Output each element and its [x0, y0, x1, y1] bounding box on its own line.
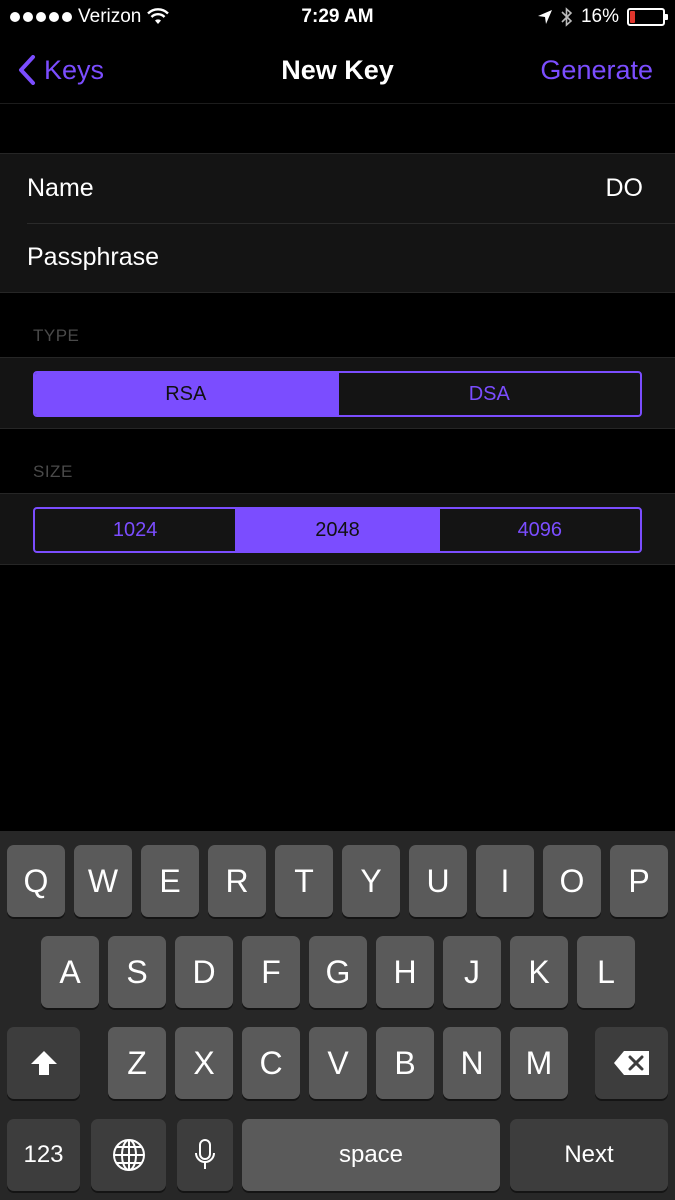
- type-segmented-control: RSA DSA: [33, 371, 642, 417]
- key-t[interactable]: T: [275, 845, 333, 917]
- key-p[interactable]: P: [610, 845, 668, 917]
- key-i[interactable]: I: [476, 845, 534, 917]
- key-w[interactable]: W: [74, 845, 132, 917]
- numbers-key[interactable]: 123: [7, 1119, 80, 1191]
- size-option-1024[interactable]: 1024: [35, 509, 235, 551]
- delete-key[interactable]: [595, 1027, 668, 1099]
- key-x[interactable]: X: [175, 1027, 233, 1099]
- status-bar: Verizon 7:29 AM 16%: [0, 0, 675, 36]
- key-l[interactable]: L: [577, 936, 635, 1008]
- key-v[interactable]: V: [309, 1027, 367, 1099]
- key-c[interactable]: C: [242, 1027, 300, 1099]
- type-option-rsa[interactable]: RSA: [35, 373, 337, 415]
- size-option-4096[interactable]: 4096: [437, 509, 640, 551]
- type-group: RSA DSA: [0, 357, 675, 429]
- size-option-2048[interactable]: 2048: [235, 509, 438, 551]
- shift-arrow-icon: [30, 1051, 57, 1075]
- key-z[interactable]: Z: [108, 1027, 166, 1099]
- space-key[interactable]: space: [242, 1119, 500, 1191]
- back-button[interactable]: Keys: [18, 36, 104, 104]
- dictation-key[interactable]: [177, 1119, 233, 1191]
- size-group: 1024 2048 4096: [0, 493, 675, 565]
- next-key[interactable]: Next: [510, 1119, 668, 1191]
- key-f[interactable]: F: [242, 936, 300, 1008]
- navigation-bar: Keys New Key Generate: [0, 36, 675, 104]
- bluetooth-icon: [561, 7, 573, 27]
- chevron-left-icon: [19, 55, 35, 85]
- name-value[interactable]: DO: [606, 174, 644, 203]
- passphrase-field[interactable]: Passphrase: [0, 223, 675, 292]
- globe-key[interactable]: [91, 1119, 166, 1191]
- battery-level: [630, 11, 636, 23]
- key-y[interactable]: Y: [342, 845, 400, 917]
- key-g[interactable]: G: [309, 936, 367, 1008]
- keyboard: Q W E R T Y U I O P A S D F G H J K L Z …: [0, 831, 675, 1200]
- battery-percent: 16%: [580, 6, 619, 27]
- size-segmented-control: 1024 2048 4096: [33, 507, 642, 553]
- globe-icon: [112, 1139, 145, 1171]
- type-section-header: TYPE: [33, 326, 80, 345]
- size-section-header: SIZE: [33, 462, 73, 481]
- battery-icon: [627, 8, 668, 26]
- key-u[interactable]: U: [409, 845, 467, 917]
- key-r[interactable]: R: [208, 845, 266, 917]
- key-e[interactable]: E: [141, 845, 199, 917]
- location-arrow-icon: [537, 10, 552, 24]
- shift-key[interactable]: [7, 1027, 80, 1099]
- backspace-icon: [613, 1051, 649, 1075]
- key-details-group: Name DO Passphrase: [0, 153, 675, 293]
- key-m[interactable]: M: [510, 1027, 568, 1099]
- status-right: 16%: [537, 6, 668, 28]
- passphrase-label: Passphrase: [27, 243, 160, 271]
- key-q[interactable]: Q: [7, 845, 65, 917]
- microphone-icon: [195, 1139, 215, 1169]
- key-b[interactable]: B: [376, 1027, 434, 1099]
- key-a[interactable]: A: [41, 936, 99, 1008]
- name-field[interactable]: Name DO: [0, 154, 675, 223]
- name-label: Name: [27, 174, 94, 202]
- key-j[interactable]: J: [443, 936, 501, 1008]
- key-k[interactable]: K: [510, 936, 568, 1008]
- back-button-label: Keys: [44, 54, 105, 85]
- key-n[interactable]: N: [443, 1027, 501, 1099]
- generate-button[interactable]: Generate: [540, 36, 653, 104]
- key-s[interactable]: S: [108, 936, 166, 1008]
- type-option-dsa[interactable]: DSA: [336, 373, 641, 415]
- key-d[interactable]: D: [175, 936, 233, 1008]
- key-h[interactable]: H: [376, 936, 434, 1008]
- key-o[interactable]: O: [543, 845, 601, 917]
